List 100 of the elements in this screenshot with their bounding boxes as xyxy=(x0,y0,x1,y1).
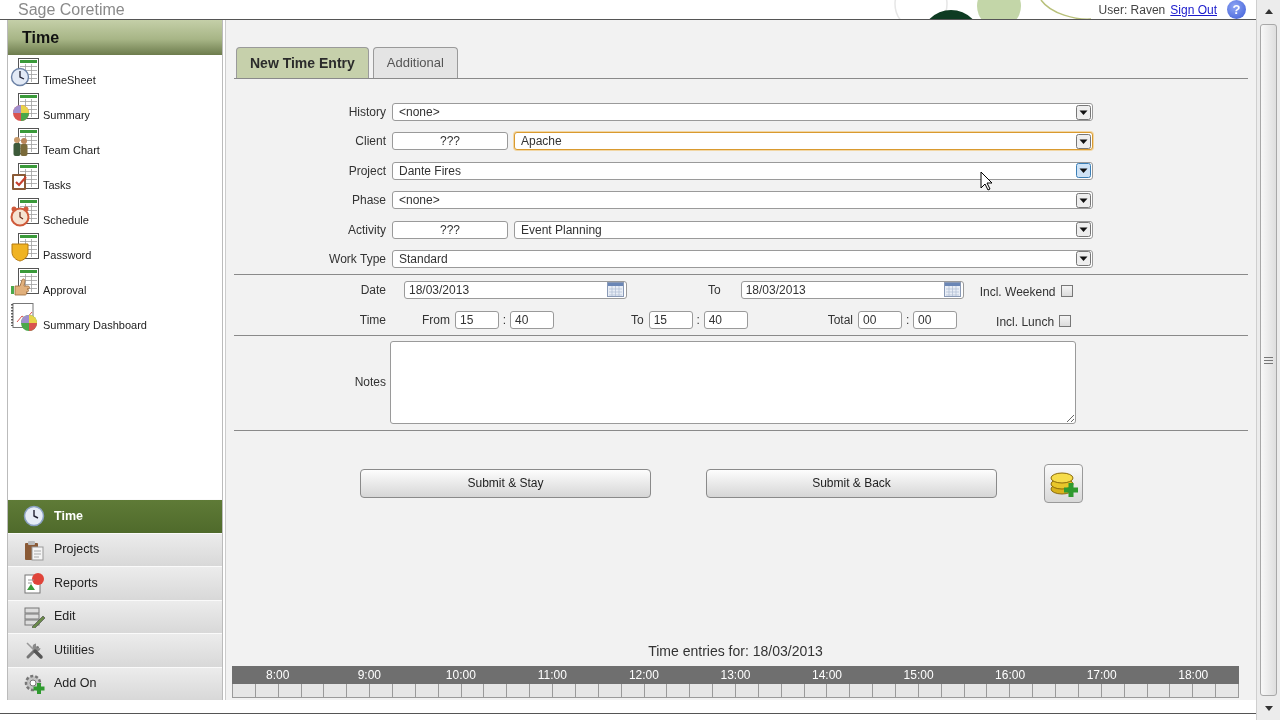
minutes-field[interactable]: 40 xyxy=(703,310,748,329)
code-field[interactable]: ??? xyxy=(392,132,508,151)
checkbox[interactable] xyxy=(1059,314,1072,327)
scroll-thumb[interactable] xyxy=(1260,24,1277,696)
field-label: Time xyxy=(358,311,386,329)
code-field[interactable]: ??? xyxy=(392,220,508,239)
hour-label: 15:00 xyxy=(902,667,935,684)
time-slot[interactable] xyxy=(598,684,621,697)
sign-out-link[interactable]: Sign Out xyxy=(1170,0,1217,19)
time-slot[interactable] xyxy=(507,684,530,697)
spreadsheet-hand-icon xyxy=(10,267,40,297)
time-slot[interactable] xyxy=(1124,684,1147,697)
time-slot[interactable] xyxy=(301,684,324,697)
time-slot[interactable] xyxy=(1170,684,1193,697)
field-label: Work Type xyxy=(328,250,386,268)
time-slot[interactable] xyxy=(255,684,278,697)
report-icon xyxy=(23,572,45,595)
time-slot[interactable] xyxy=(1033,684,1056,697)
time-slot[interactable] xyxy=(484,684,507,697)
dropdown[interactable]: Apache xyxy=(514,132,1093,151)
date-field[interactable]: 18/03/2013 xyxy=(404,280,627,299)
time-slot[interactable] xyxy=(1147,684,1170,697)
nav-item[interactable]: Edit xyxy=(8,599,222,633)
sidebar-item[interactable]: Tasks xyxy=(8,160,222,195)
time-slot[interactable] xyxy=(278,684,301,697)
checkbox-label: Incl. Lunch xyxy=(996,313,1055,331)
nav-item[interactable]: Reports xyxy=(8,566,222,600)
time-slot[interactable] xyxy=(964,684,987,697)
dropdown[interactable]: Event Planning xyxy=(514,220,1093,239)
scrollbar-track[interactable] xyxy=(1256,0,1280,720)
sidebar-item[interactable]: Password xyxy=(8,230,222,265)
time-slot[interactable] xyxy=(621,684,644,697)
time-slot[interactable] xyxy=(1010,684,1033,697)
mouse-cursor-icon xyxy=(980,171,993,191)
time-slot[interactable] xyxy=(530,684,553,697)
field-label: To xyxy=(631,311,644,329)
sidebar-item[interactable]: Schedule xyxy=(8,195,222,230)
field-label: Client xyxy=(354,133,386,151)
submit-button[interactable]: Submit & Stay xyxy=(360,468,651,498)
dropdown[interactable]: Standard xyxy=(392,249,1093,268)
sidebar-item[interactable]: Approval xyxy=(8,265,222,300)
time-slot[interactable] xyxy=(873,684,896,697)
time-slot[interactable] xyxy=(438,684,461,697)
submit-button[interactable]: Submit & Back xyxy=(706,468,997,498)
spreadsheet-alarm-clock-icon xyxy=(10,197,40,227)
hours-field[interactable]: 00 xyxy=(858,310,903,329)
pencil-sheet-icon xyxy=(23,605,45,628)
time-slot[interactable] xyxy=(804,684,827,697)
add-entry-button[interactable] xyxy=(1044,463,1083,503)
nav-item[interactable]: Projects xyxy=(8,532,222,566)
dropdown[interactable]: <none> xyxy=(392,191,1093,210)
wrench-screwdriver-icon xyxy=(23,639,45,662)
field-label: From xyxy=(422,311,450,329)
sidebar-item[interactable]: Team Chart xyxy=(8,125,222,160)
time-slot[interactable] xyxy=(575,684,598,697)
hours-field[interactable]: 15 xyxy=(648,310,693,329)
field-label: Phase xyxy=(350,192,386,210)
sidebar-item[interactable]: Summary Dashboard xyxy=(8,300,222,335)
clock-icon xyxy=(23,505,45,528)
time-slot[interactable] xyxy=(941,684,964,697)
time-slot[interactable] xyxy=(370,684,393,697)
gear-plus-icon xyxy=(23,672,45,695)
time-slot[interactable] xyxy=(415,684,438,697)
tab[interactable]: Additional xyxy=(372,47,458,78)
time-slot[interactable] xyxy=(987,684,1010,697)
time-slot[interactable] xyxy=(827,684,850,697)
timeline-title: Time entries for: 18/03/2013 xyxy=(647,643,824,660)
time-slot[interactable] xyxy=(781,684,804,697)
calendar-icon[interactable] xyxy=(943,282,961,298)
time-slot[interactable] xyxy=(1101,684,1124,697)
notes-field[interactable] xyxy=(390,340,1076,424)
time-slot[interactable] xyxy=(850,684,873,697)
time-slot[interactable] xyxy=(461,684,484,697)
time-slot[interactable] xyxy=(667,684,690,697)
hour-label: 8:00 xyxy=(265,667,291,684)
tab[interactable]: New Time Entry xyxy=(236,47,369,78)
time-slot[interactable] xyxy=(1193,684,1216,697)
nav-item[interactable]: Time xyxy=(8,499,222,533)
sidebar-item[interactable]: Summary xyxy=(8,90,222,125)
time-slot[interactable] xyxy=(644,684,667,697)
dropdown[interactable]: <none> xyxy=(392,103,1093,121)
minutes-field[interactable]: 00 xyxy=(913,310,958,329)
field-label: Project xyxy=(347,162,386,180)
hours-field[interactable]: 15 xyxy=(455,310,499,329)
time-slot[interactable] xyxy=(758,684,781,697)
time-slot[interactable] xyxy=(918,684,941,697)
time-slot[interactable] xyxy=(347,684,370,697)
minutes-field[interactable]: 40 xyxy=(510,310,554,329)
sidebar-item[interactable]: TimeSheet xyxy=(8,55,222,90)
time-slot[interactable] xyxy=(1078,684,1101,697)
field-label: Date xyxy=(359,281,386,299)
nav-item[interactable]: Utilities xyxy=(8,633,222,667)
calendar-icon[interactable] xyxy=(607,282,624,298)
nav-item[interactable]: Add On xyxy=(8,666,222,700)
date-field[interactable]: 18/03/2013 xyxy=(740,280,964,299)
time-slot[interactable] xyxy=(690,684,713,697)
dropdown[interactable]: Dante Fires xyxy=(392,161,1093,180)
checkbox-label: Incl. Weekend xyxy=(979,283,1056,301)
checkbox[interactable] xyxy=(1060,284,1073,297)
time-slot[interactable] xyxy=(324,684,347,697)
